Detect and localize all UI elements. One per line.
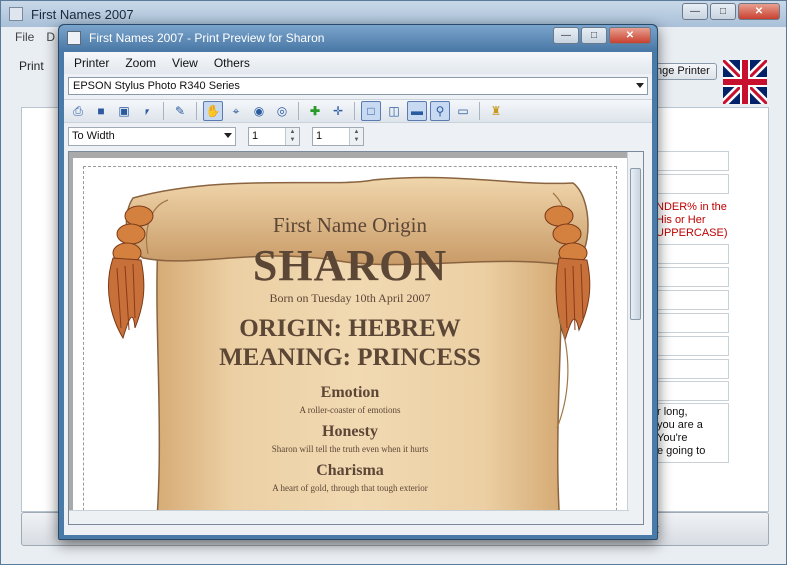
form-field[interactable]	[653, 174, 729, 194]
trait-title: Honesty	[322, 423, 378, 440]
form-field[interactable]	[653, 381, 729, 401]
description-textarea[interactable]: r long, you are a You're e going to	[653, 403, 729, 463]
single-page-icon[interactable]: □	[361, 101, 381, 121]
gender-hint: NDER% in the His or Her UPPERCASE)	[656, 201, 728, 239]
scroll-name: SHARON	[252, 241, 448, 290]
scroll-meaning: MEANING: PRINCESS	[219, 344, 481, 371]
trait-description: Sharon will tell the truth even when it …	[271, 444, 429, 454]
form-field[interactable]	[653, 244, 729, 264]
select-tool-icon[interactable]: ⌖	[226, 101, 246, 121]
page-from-stepper[interactable]: 1 ▲ ▼	[248, 126, 300, 146]
scroll-heading: First Name Origin	[273, 213, 427, 237]
menu-file[interactable]: File	[15, 30, 34, 44]
form-field[interactable]	[653, 151, 729, 171]
zoom-row: To Width 1 ▲ ▼ 1 ▲ ▼	[68, 126, 364, 146]
main-window-title: First Names 2007	[31, 6, 134, 22]
change-printer-button[interactable]: nge Printer	[649, 63, 717, 80]
maximize-button[interactable]: □	[581, 27, 607, 44]
maximize-button[interactable]: □	[710, 3, 736, 20]
trait-description: A roller-coaster of emotions	[299, 405, 401, 415]
trait-title: Charisma	[316, 462, 384, 479]
two-pages-icon[interactable]: ◫	[384, 101, 404, 121]
app-icon	[9, 7, 23, 21]
open-icon[interactable]: ■	[91, 101, 111, 121]
print-preview-window: First Names 2007 - Print Preview for Sha…	[58, 24, 658, 540]
save-icon[interactable]: ▣	[114, 101, 134, 121]
close-button[interactable]: ✕	[738, 3, 780, 20]
move-icon[interactable]: ✛	[328, 101, 348, 121]
preview-body: Printer Zoom View Others EPSON Stylus Ph…	[64, 52, 652, 535]
minimize-button[interactable]: —	[553, 27, 579, 44]
preview-title: First Names 2007 - Print Preview for Sha…	[89, 31, 325, 45]
print-label: Print	[19, 59, 44, 73]
page-from-value: 1	[252, 129, 259, 142]
preview-page: First Name Origin SHARON Born on Tuesday…	[73, 158, 627, 524]
menu-zoom[interactable]: Zoom	[125, 56, 156, 70]
horizontal-scrollbar[interactable]	[69, 510, 629, 524]
preview-toolbar: ⎙ ■ ▣ ⎖ ✎ ✋ ⌖ ◉ ◎ ✚ ✛ □ ◫ ▬ ⚲ ▭ ♜	[64, 99, 652, 123]
printer-select[interactable]: EPSON Stylus Photo R340 Series	[68, 77, 648, 95]
main-window-controls: — □ ✕	[682, 3, 780, 20]
trait-title: Emotion	[320, 384, 380, 401]
zoom-icon[interactable]: ⚲	[430, 101, 450, 121]
preview-window-controls: — □ ✕	[553, 27, 651, 44]
menu-printer[interactable]: Printer	[74, 56, 109, 70]
spin-arrows-icon[interactable]: ▲ ▼	[349, 127, 363, 145]
page-to-stepper[interactable]: 1 ▲ ▼	[312, 126, 364, 146]
zoom-mode-value: To Width	[72, 129, 115, 142]
print-icon[interactable]: ⎙	[68, 101, 88, 121]
preview-canvas[interactable]: First Name Origin SHARON Born on Tuesday…	[68, 151, 644, 525]
printer-name: EPSON Stylus Photo R340 Series	[73, 80, 240, 92]
scroll-born-date: Born on Tuesday 10th April 2007	[269, 291, 431, 305]
uk-flag-icon[interactable]	[723, 60, 767, 104]
form-field[interactable]	[653, 336, 729, 356]
toolbar-separator	[479, 102, 480, 120]
chevron-down-icon	[636, 83, 644, 88]
paint-icon[interactable]: ♜	[486, 101, 506, 121]
form-field[interactable]	[653, 290, 729, 310]
zoom-in-icon[interactable]: ✚	[305, 101, 325, 121]
close-button[interactable]: ✕	[609, 27, 651, 44]
app-icon	[67, 31, 81, 45]
fit-icon[interactable]: ▭	[453, 101, 473, 121]
toolbar-separator	[196, 102, 197, 120]
page-width-icon[interactable]: ▬	[407, 101, 427, 121]
spin-arrows-icon[interactable]: ▲ ▼	[285, 127, 299, 145]
scroll-origin: ORIGIN: HEBREW	[239, 315, 461, 342]
form-field[interactable]	[653, 313, 729, 333]
page-to-value: 1	[316, 129, 323, 142]
menu-d[interactable]: D	[46, 30, 55, 44]
vertical-scrollbar[interactable]	[627, 152, 643, 524]
toolbar-separator	[298, 102, 299, 120]
menu-view[interactable]: View	[172, 56, 198, 70]
chevron-down-icon	[224, 132, 232, 138]
scrollbar-thumb[interactable]	[630, 168, 641, 320]
minimize-button[interactable]: —	[682, 3, 708, 20]
preview-menubar: Printer Zoom View Others	[64, 52, 652, 74]
menu-others[interactable]: Others	[214, 56, 250, 70]
toolbar-separator	[354, 102, 355, 120]
zoom-100-icon[interactable]: ◉	[249, 101, 269, 121]
form-field[interactable]	[653, 267, 729, 287]
zoom-xxx-icon[interactable]: ◎	[272, 101, 292, 121]
toolbar-separator	[163, 102, 164, 120]
printer-setup-icon[interactable]: ⎖	[137, 101, 157, 121]
trait-description: A heart of gold, through that tough exte…	[272, 483, 428, 493]
page-setup-icon[interactable]: ✎	[170, 101, 190, 121]
form-field[interactable]	[653, 359, 729, 379]
zoom-mode-select[interactable]: To Width	[68, 126, 236, 146]
hand-tool-icon[interactable]: ✋	[203, 101, 223, 121]
